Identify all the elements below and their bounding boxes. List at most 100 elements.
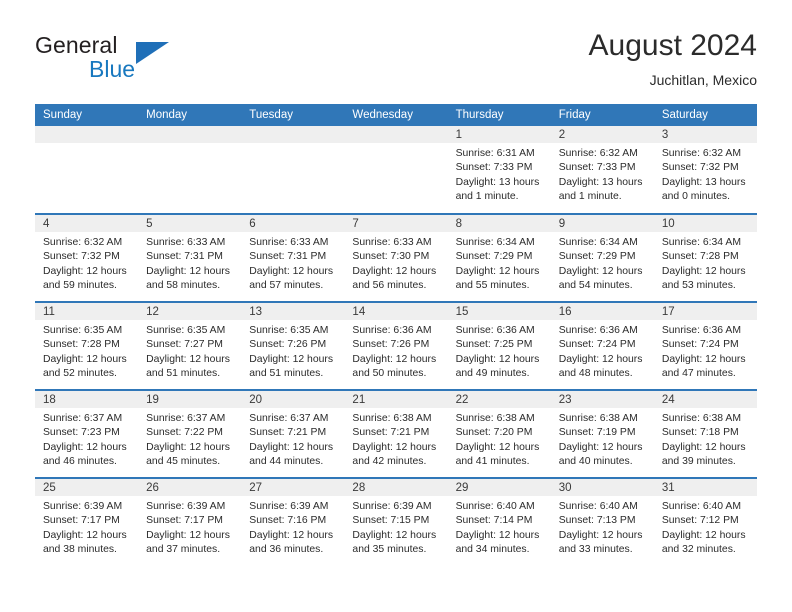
day-sun-info: Sunrise: 6:33 AM Sunset: 7:30 PM Daylight:… (344, 232, 447, 294)
sunrise-text: Sunrise: 6:37 AM (43, 413, 123, 424)
calendar-day-cell[interactable]: 11 Sunrise: 6:35 AM Sunset: 7:28 PM Dayligh… (35, 301, 139, 390)
calendar-day-cell[interactable]: 28 Sunrise: 6:39 AM Sunset: 7:15 PM Dayligh… (344, 477, 448, 566)
daylight-text: Daylight: 13 hours and 1 minute. (455, 176, 540, 203)
day-number: 18 (35, 391, 139, 408)
brand-name-general: General (35, 32, 118, 58)
sunrise-text: Sunrise: 6:33 AM (352, 237, 432, 248)
sunset-text: Sunset: 7:26 PM (249, 339, 327, 351)
calendar-day-cell[interactable]: 18 Sunrise: 6:37 AM Sunset: 7:23 PM Dayligh… (35, 389, 139, 478)
day-number: 29 (447, 479, 551, 496)
calendar-day-cell[interactable]: 17 Sunrise: 6:36 AM Sunset: 7:24 PM Dayligh… (653, 301, 757, 390)
calendar-day-cell[interactable]: 31 Sunrise: 6:40 AM Sunset: 7:12 PM Dayligh… (653, 477, 757, 566)
day-number: 28 (344, 479, 448, 496)
calendar-day-cell[interactable]: 10 Sunrise: 6:34 AM Sunset: 7:28 PM Dayligh… (653, 213, 757, 302)
daylight-text: Daylight: 12 hours and 47 minutes. (661, 353, 746, 380)
weekday-header-friday: Friday (550, 104, 654, 126)
daylight-text: Daylight: 12 hours and 36 minutes. (249, 529, 334, 556)
day-number: 27 (241, 479, 345, 496)
calendar-day-cell[interactable]: 14 Sunrise: 6:36 AM Sunset: 7:26 PM Dayligh… (344, 301, 448, 390)
calendar-day-cell[interactable]: 22 Sunrise: 6:38 AM Sunset: 7:20 PM Dayligh… (447, 389, 551, 478)
daylight-text: Daylight: 12 hours and 48 minutes. (558, 353, 643, 380)
calendar-day-cell[interactable]: 2 Sunrise: 6:32 AM Sunset: 7:33 PM Daylight… (550, 126, 654, 214)
weekday-header-row: Sunday Monday Tuesday Wednesday Thursday… (35, 104, 757, 126)
sunset-text: Sunset: 7:32 PM (43, 251, 120, 263)
daylight-text: Daylight: 12 hours and 59 minutes. (43, 265, 127, 292)
calendar-day-cell[interactable]: 4 Sunrise: 6:32 AM Sunset: 7:32 PM Daylight… (35, 213, 139, 302)
sunset-text: Sunset: 7:29 PM (558, 251, 636, 263)
day-number: 3 (653, 126, 757, 143)
daylight-text: Daylight: 12 hours and 38 minutes. (43, 529, 127, 556)
daylight-text: Daylight: 12 hours and 55 minutes. (455, 265, 540, 292)
calendar-day-cell[interactable]: 16 Sunrise: 6:36 AM Sunset: 7:24 PM Dayligh… (550, 301, 654, 390)
day-sun-info: Sunrise: 6:36 AM Sunset: 7:25 PM Daylight:… (448, 320, 551, 382)
day-sun-info: Sunrise: 6:34 AM Sunset: 7:29 PM Daylight:… (448, 232, 551, 294)
sunset-text: Sunset: 7:30 PM (352, 251, 430, 263)
calendar-day-cell[interactable]: 21 Sunrise: 6:38 AM Sunset: 7:21 PM Dayligh… (344, 389, 448, 478)
sunset-text: Sunset: 7:21 PM (352, 427, 430, 439)
calendar-day-cell[interactable]: 29 Sunrise: 6:40 AM Sunset: 7:14 PM Dayligh… (447, 477, 551, 566)
calendar-day-cell[interactable]: 3 Sunrise: 6:32 AM Sunset: 7:32 PM Daylight… (653, 126, 757, 214)
weekday-header-wednesday: Wednesday (344, 104, 448, 126)
calendar-day-cell[interactable]: 8 Sunrise: 6:34 AM Sunset: 7:29 PM Daylight… (447, 213, 551, 302)
calendar-day-cell[interactable]: 26 Sunrise: 6:39 AM Sunset: 7:17 PM Dayligh… (138, 477, 242, 566)
calendar-day-cell[interactable]: 20 Sunrise: 6:37 AM Sunset: 7:21 PM Dayligh… (241, 389, 345, 478)
day-sun-info: Sunrise: 6:36 AM Sunset: 7:24 PM Daylight:… (654, 320, 757, 382)
sunset-text: Sunset: 7:28 PM (43, 339, 120, 351)
sunrise-text: Sunrise: 6:40 AM (661, 501, 741, 512)
calendar-body: 1 Sunrise: 6:31 AM Sunset: 7:33 PM Daylight… (35, 126, 757, 566)
calendar-day-cell[interactable]: 23 Sunrise: 6:38 AM Sunset: 7:19 PM Dayligh… (550, 389, 654, 478)
calendar-day-cell[interactable]: 1 Sunrise: 6:31 AM Sunset: 7:33 PM Daylight… (447, 126, 551, 214)
calendar-day-cell[interactable]: 19 Sunrise: 6:37 AM Sunset: 7:22 PM Dayligh… (138, 389, 242, 478)
day-number: 23 (550, 391, 654, 408)
weekday-header-thursday: Thursday (447, 104, 551, 126)
sunset-text: Sunset: 7:31 PM (249, 251, 327, 263)
calendar-day-cell[interactable]: 5 Sunrise: 6:33 AM Sunset: 7:31 PM Daylight… (138, 213, 242, 302)
brand-logo[interactable]: General Blue (35, 32, 255, 92)
title-block: August 2024 Juchitlan, Mexico (589, 28, 757, 90)
calendar-day-cell[interactable]: 24 Sunrise: 6:38 AM Sunset: 7:18 PM Dayligh… (653, 389, 757, 478)
sunset-text: Sunset: 7:28 PM (661, 251, 739, 263)
sunset-text: Sunset: 7:29 PM (455, 251, 533, 263)
weekday-header-tuesday: Tuesday (241, 104, 345, 126)
sunrise-text: Sunrise: 6:31 AM (455, 148, 535, 159)
calendar-day-cell-empty (344, 126, 448, 214)
sunset-text: Sunset: 7:31 PM (146, 251, 223, 263)
day-number: 10 (653, 215, 757, 232)
calendar-day-cell-empty (138, 126, 242, 214)
day-sun-info: Sunrise: 6:38 AM Sunset: 7:20 PM Daylight:… (448, 408, 551, 470)
daylight-text: Daylight: 12 hours and 53 minutes. (661, 265, 746, 292)
calendar-day-cell[interactable]: 15 Sunrise: 6:36 AM Sunset: 7:25 PM Dayligh… (447, 301, 551, 390)
sunrise-text: Sunrise: 6:39 AM (43, 501, 123, 512)
sunrise-text: Sunrise: 6:34 AM (661, 237, 741, 248)
sunset-text: Sunset: 7:14 PM (455, 515, 533, 527)
calendar-week-row: 4 Sunrise: 6:32 AM Sunset: 7:32 PM Daylight… (35, 213, 757, 302)
sunrise-text: Sunrise: 6:36 AM (558, 325, 638, 336)
calendar-week-row: 1 Sunrise: 6:31 AM Sunset: 7:33 PM Daylight… (35, 126, 757, 214)
calendar-day-cell[interactable]: 25 Sunrise: 6:39 AM Sunset: 7:17 PM Dayligh… (35, 477, 139, 566)
sunrise-text: Sunrise: 6:40 AM (455, 501, 535, 512)
day-number: 25 (35, 479, 139, 496)
sunrise-text: Sunrise: 6:39 AM (352, 501, 432, 512)
day-sun-info: Sunrise: 6:39 AM Sunset: 7:17 PM Daylight:… (35, 496, 138, 558)
day-sun-info: Sunrise: 6:31 AM Sunset: 7:33 PM Daylight:… (448, 143, 551, 205)
daylight-text: Daylight: 12 hours and 52 minutes. (43, 353, 127, 380)
calendar-day-cell[interactable]: 13 Sunrise: 6:35 AM Sunset: 7:26 PM Dayligh… (241, 301, 345, 390)
daylight-text: Daylight: 12 hours and 46 minutes. (43, 441, 127, 468)
daylight-text: Daylight: 12 hours and 33 minutes. (558, 529, 643, 556)
brand-name-blue: Blue (89, 56, 136, 82)
calendar-day-cell[interactable]: 6 Sunrise: 6:33 AM Sunset: 7:31 PM Daylight… (241, 213, 345, 302)
daylight-text: Daylight: 12 hours and 51 minutes. (249, 353, 334, 380)
calendar-day-cell[interactable]: 30 Sunrise: 6:40 AM Sunset: 7:13 PM Dayligh… (550, 477, 654, 566)
calendar-day-cell[interactable]: 12 Sunrise: 6:35 AM Sunset: 7:27 PM Dayligh… (138, 301, 242, 390)
day-sun-info: Sunrise: 6:36 AM Sunset: 7:26 PM Daylight:… (344, 320, 447, 382)
day-number: 15 (447, 303, 551, 320)
daylight-text: Daylight: 12 hours and 58 minutes. (146, 265, 230, 292)
day-number (344, 126, 448, 143)
calendar-day-cell[interactable]: 7 Sunrise: 6:33 AM Sunset: 7:30 PM Daylight… (344, 213, 448, 302)
calendar-day-cell[interactable]: 9 Sunrise: 6:34 AM Sunset: 7:29 PM Daylight… (550, 213, 654, 302)
day-sun-info: Sunrise: 6:37 AM Sunset: 7:22 PM Daylight:… (138, 408, 241, 470)
day-sun-info: Sunrise: 6:34 AM Sunset: 7:28 PM Daylight:… (654, 232, 757, 294)
calendar-day-cell[interactable]: 27 Sunrise: 6:39 AM Sunset: 7:16 PM Dayligh… (241, 477, 345, 566)
day-number: 6 (241, 215, 345, 232)
day-number: 16 (550, 303, 654, 320)
